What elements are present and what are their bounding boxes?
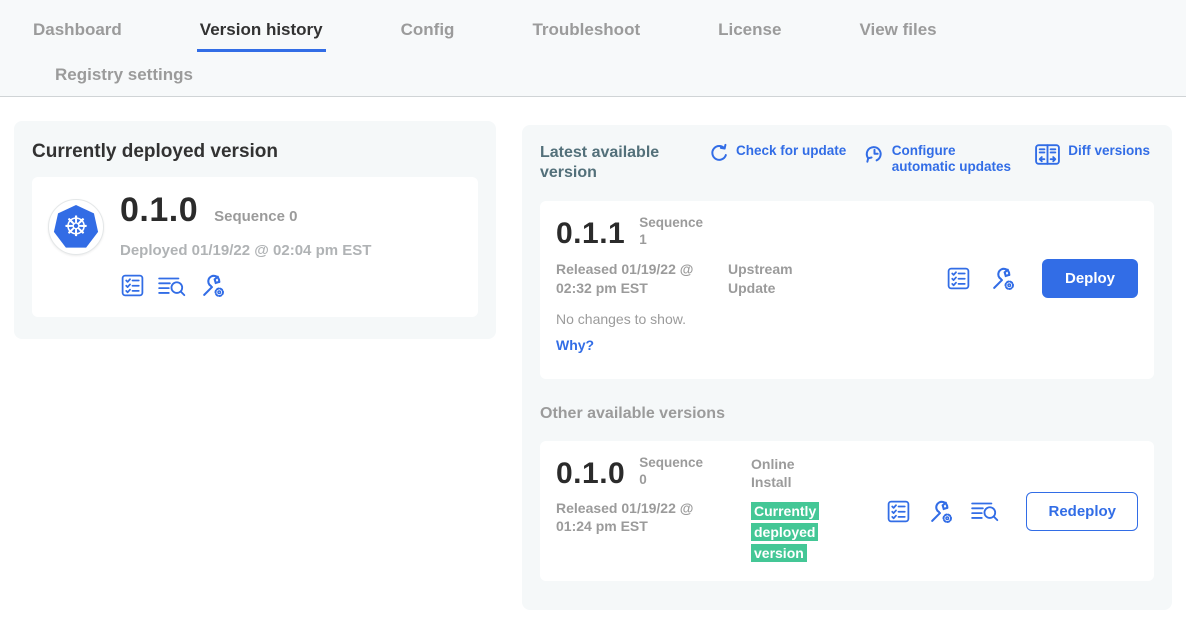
config-icon[interactable] <box>927 498 954 525</box>
diff-icon <box>1034 143 1061 166</box>
latest-sequence-label: Sequence 1 <box>639 215 709 249</box>
diff-versions-link[interactable]: Diff versions <box>1034 143 1150 175</box>
tab-config[interactable]: Config <box>398 6 458 52</box>
check-update-icon <box>708 143 729 164</box>
deployed-version-card: ☸ 0.1.0 Sequence 0 Deployed 01/19/22 @ 0… <box>32 177 478 317</box>
no-changes-text: No changes to show. <box>556 311 1138 327</box>
nav-secondary-row: Registry settings <box>0 52 1186 96</box>
other-version-number: 0.1.0 <box>556 459 625 489</box>
latest-version-card: 0.1.1 Sequence 1 Released 01/19/22 @ 02:… <box>540 201 1154 379</box>
tab-dashboard[interactable]: Dashboard <box>30 6 125 52</box>
why-link[interactable]: Why? <box>556 337 594 353</box>
configure-auto-updates-link[interactable]: Configure automatic updates <box>864 143 1017 175</box>
deployed-date-label: Deployed 01/19/22 @ 02:04 pm EST <box>120 242 371 259</box>
preflight-checks-icon[interactable] <box>886 499 911 524</box>
latest-released-label: Released 01/19/22 @ 02:32 pm EST <box>556 260 728 296</box>
configure-auto-updates-label: Configure automatic updates <box>892 143 1017 175</box>
check-for-update-link[interactable]: Check for update <box>708 143 846 175</box>
release-notes-icon[interactable] <box>970 499 1000 523</box>
nav-primary-row: Dashboard Version history Config Trouble… <box>0 0 1186 52</box>
tab-view-files[interactable]: View files <box>856 6 939 52</box>
deployed-sequence-label: Sequence 0 <box>214 208 297 225</box>
tab-registry-settings[interactable]: Registry settings <box>52 51 196 97</box>
tab-version-history[interactable]: Version history <box>197 6 326 52</box>
other-version-card: 0.1.0 Sequence 0 Released 01/19/22 @ 01:… <box>540 441 1154 581</box>
latest-source-label: Upstream Update <box>728 260 836 296</box>
auto-update-icon <box>864 143 885 164</box>
other-sequence-label: Sequence 0 <box>639 455 709 489</box>
tab-license[interactable]: License <box>715 6 784 52</box>
deploy-button[interactable]: Deploy <box>1042 259 1138 298</box>
kubernetes-logo: ☸ <box>48 199 104 255</box>
diff-versions-label: Diff versions <box>1068 143 1150 159</box>
other-released-label: Released 01/19/22 @ 01:24 pm EST <box>556 499 728 535</box>
config-icon[interactable] <box>989 265 1016 292</box>
redeploy-button[interactable]: Redeploy <box>1026 492 1138 531</box>
latest-available-panel: Latest available version Check for updat… <box>522 125 1172 610</box>
tab-troubleshoot[interactable]: Troubleshoot <box>529 6 643 52</box>
check-for-update-label: Check for update <box>736 143 846 159</box>
other-versions-title: Other available versions <box>540 405 1154 423</box>
install-type-label: Online Install <box>751 455 813 491</box>
latest-available-title: Latest available version <box>540 143 672 183</box>
top-nav: Dashboard Version history Config Trouble… <box>0 0 1186 97</box>
latest-version-number: 0.1.1 <box>556 219 625 249</box>
deployed-version-number: 0.1.0 <box>120 191 198 230</box>
config-icon[interactable] <box>199 272 226 299</box>
currently-deployed-badge: Currently deployed version <box>751 502 819 562</box>
preflight-checks-icon[interactable] <box>120 273 145 298</box>
release-notes-icon[interactable] <box>157 274 187 298</box>
currently-deployed-panel: Currently deployed version ☸ 0.1.0 Seque… <box>14 121 496 339</box>
preflight-checks-icon[interactable] <box>946 266 971 291</box>
currently-deployed-title: Currently deployed version <box>32 141 478 163</box>
